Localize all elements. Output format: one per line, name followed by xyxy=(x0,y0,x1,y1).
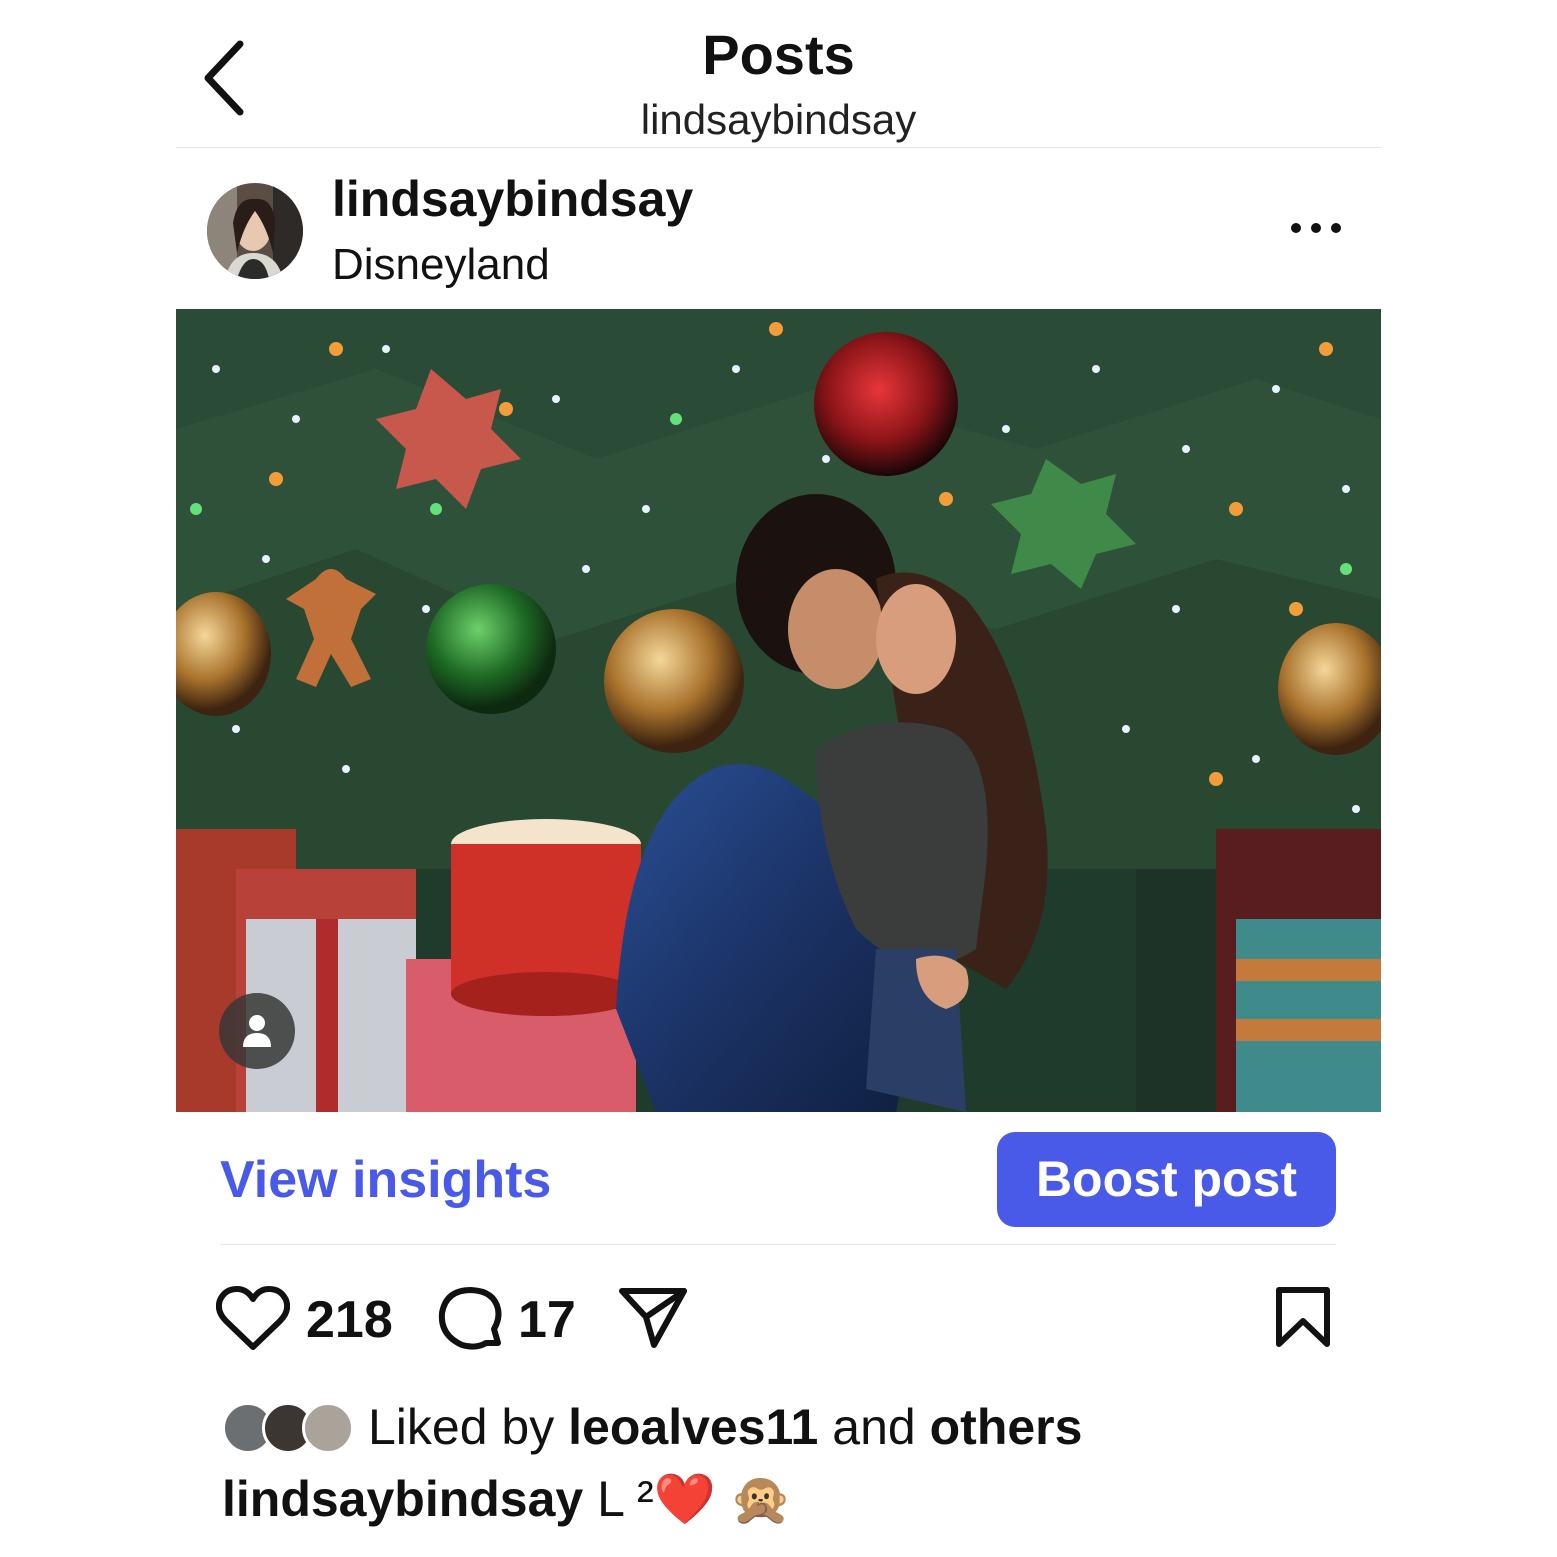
more-options-button[interactable] xyxy=(1288,214,1344,242)
liked-by-row[interactable]: Liked by leoalves11 and others xyxy=(222,1398,1322,1460)
user-icon xyxy=(243,1015,271,1047)
page-subtitle: lindsaybindsay xyxy=(640,96,917,143)
more-horizontal-icon xyxy=(1291,223,1341,233)
post-photo[interactable] xyxy=(176,309,1381,1112)
bookmark-icon[interactable] xyxy=(1274,1285,1332,1349)
caption: lindsaybindsay L ²❤️ 🙊 xyxy=(222,1470,792,1529)
top-bar: Posts lindsaybindsay xyxy=(176,0,1381,148)
comment-count[interactable]: 17 xyxy=(518,1290,576,1350)
page-title: Posts xyxy=(702,23,855,86)
avatar[interactable] xyxy=(207,183,303,279)
liked-by-prefix: Liked by xyxy=(368,1399,555,1455)
post-location[interactable]: Disneyland xyxy=(332,240,550,290)
post-username[interactable]: lindsaybindsay xyxy=(332,170,693,228)
boost-post-button[interactable]: Boost post xyxy=(997,1132,1336,1227)
like-count[interactable]: 218 xyxy=(306,1290,393,1350)
caption-text: L ²❤️ 🙊 xyxy=(597,1471,793,1527)
comment-icon[interactable] xyxy=(436,1285,506,1355)
heart-icon[interactable] xyxy=(216,1285,290,1351)
tag-people-button[interactable] xyxy=(219,993,295,1069)
liked-by-text: Liked by leoalves11 and others xyxy=(368,1398,1082,1456)
engagement-row: 218 17 xyxy=(216,1280,1341,1360)
view-insights-link[interactable]: View insights xyxy=(220,1150,551,1210)
liked-by-others[interactable]: others xyxy=(930,1399,1083,1455)
caption-username[interactable]: lindsaybindsay xyxy=(222,1471,583,1527)
post-header: lindsaybindsay Disneyland xyxy=(176,148,1381,309)
insights-bar: View insights Boost post xyxy=(220,1112,1336,1245)
liked-by-username[interactable]: leoalves11 xyxy=(568,1399,818,1455)
send-icon[interactable] xyxy=(618,1285,688,1349)
liker-avatar xyxy=(302,1402,354,1454)
liker-avatars[interactable] xyxy=(222,1402,356,1454)
liked-by-connector: and xyxy=(832,1399,916,1455)
